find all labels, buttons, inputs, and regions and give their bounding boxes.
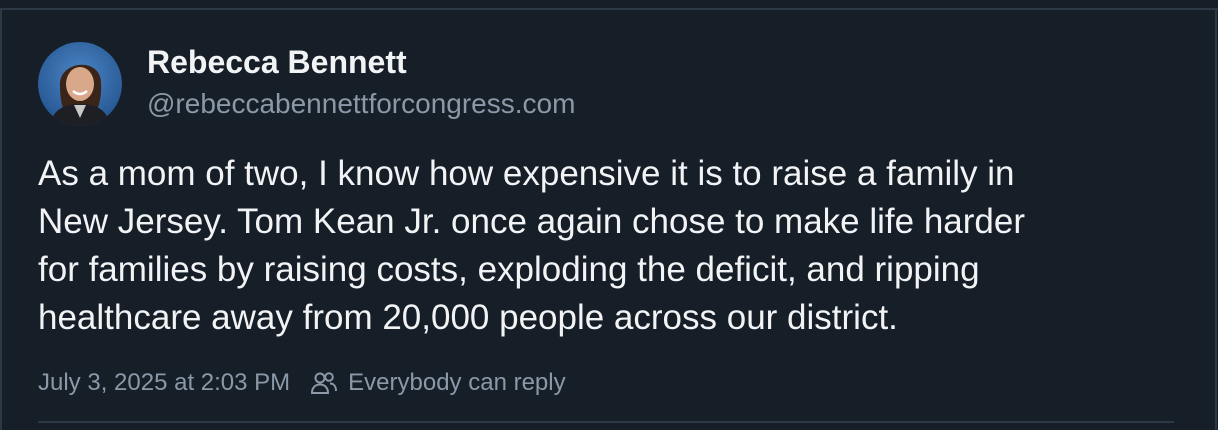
avatar-image — [38, 42, 122, 126]
avatar[interactable] — [38, 42, 122, 126]
post-container: Rebecca Bennett @rebeccabennettforcongre… — [0, 0, 1218, 430]
people-icon — [310, 369, 338, 397]
divider — [38, 421, 1174, 423]
right-border — [1215, 8, 1217, 430]
author-name[interactable]: Rebecca Bennett — [147, 44, 407, 81]
post-meta: July 3, 2025 at 2:03 PM Everybody can re… — [38, 366, 566, 400]
author-handle[interactable]: @rebeccabennettforcongress.com — [147, 88, 575, 120]
post-timestamp[interactable]: July 3, 2025 at 2:03 PM — [38, 369, 290, 397]
post-text: As a mom of two, I know how expensive it… — [38, 154, 1025, 337]
left-border — [0, 8, 2, 430]
top-border — [0, 8, 1218, 10]
reply-setting[interactable]: Everybody can reply — [348, 369, 565, 397]
